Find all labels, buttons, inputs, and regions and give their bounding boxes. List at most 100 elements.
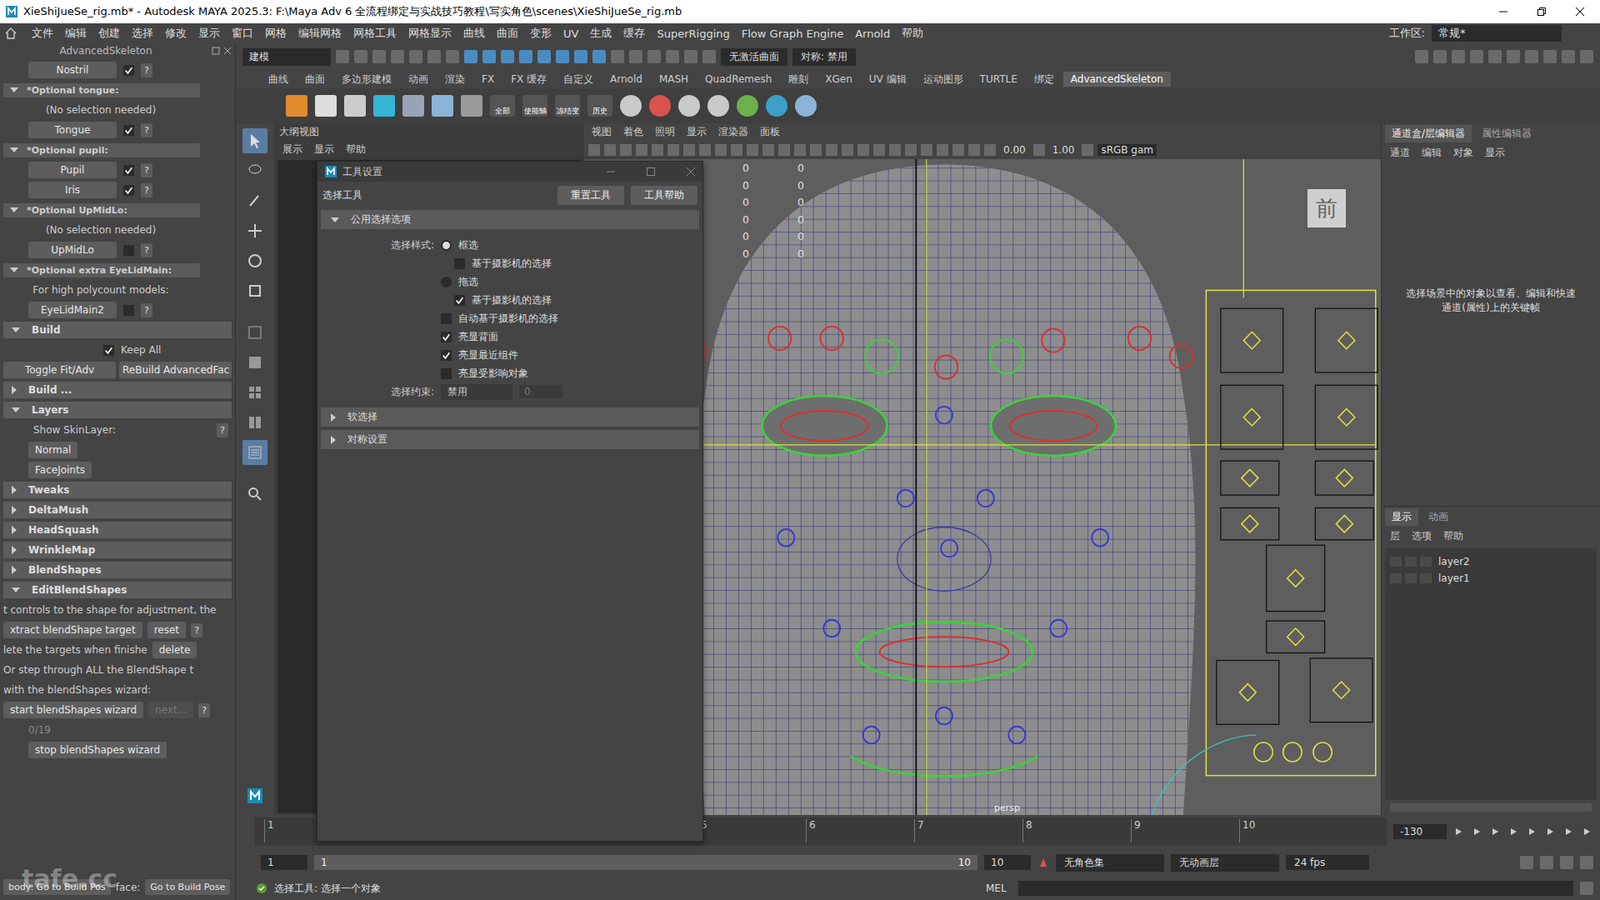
shelf-tab[interactable]: 曲线 xyxy=(260,70,296,89)
range-option-icon[interactable] xyxy=(1560,855,1574,870)
history-icon[interactable] xyxy=(702,50,716,64)
playback-icon[interactable] xyxy=(1526,826,1537,837)
layout-outliner-icon[interactable] xyxy=(242,440,268,465)
subsection-header[interactable]: *Optional pupil: xyxy=(3,140,232,160)
shelf-tab[interactable]: QuadRemesh xyxy=(697,71,780,87)
file-tool-icon[interactable] xyxy=(445,50,460,64)
tool-settings-button[interactable]: 工具帮助 xyxy=(630,185,698,205)
maya-home-icon[interactable] xyxy=(242,783,268,809)
paint-tool-icon[interactable] xyxy=(242,188,268,214)
action-button[interactable]: FaceJoints xyxy=(28,461,92,479)
render-icon[interactable] xyxy=(1580,50,1594,64)
shelf-tool-icon[interactable] xyxy=(285,95,308,117)
option-button[interactable]: UpMidLo xyxy=(28,241,117,259)
tool-settings-titlebar[interactable]: 工具设置 xyxy=(317,161,703,182)
selection-option[interactable]: 基于摄影机的选择 xyxy=(317,290,703,310)
maximize-icon[interactable] xyxy=(645,166,656,177)
last-tool-icon[interactable] xyxy=(242,320,268,345)
shelf-tab[interactable]: MASH xyxy=(651,71,696,87)
radio-button[interactable] xyxy=(440,276,452,288)
menu-item[interactable]: 显示 xyxy=(193,25,225,41)
checkbox[interactable] xyxy=(440,313,452,325)
shelf-tab[interactable]: 动画 xyxy=(400,70,436,89)
color-space-field[interactable]: sRGB gam xyxy=(1097,144,1157,156)
section-header[interactable]: Tweaks xyxy=(3,480,232,500)
option-checkbox[interactable] xyxy=(123,65,135,76)
checkbox[interactable] xyxy=(454,295,465,306)
viewport-tool-icon[interactable] xyxy=(857,144,870,156)
shelf-tool-icon[interactable] xyxy=(431,95,454,117)
shelf-tool-icon[interactable] xyxy=(402,95,425,117)
shelf-tab[interactable]: XGen xyxy=(817,71,860,87)
close-icon[interactable] xyxy=(685,166,696,177)
viewport-menu-item[interactable]: 面板 xyxy=(755,125,785,140)
menu-item[interactable]: Arnold xyxy=(850,27,895,40)
option-button[interactable]: Pupil xyxy=(28,161,117,179)
viewport-tool-icon[interactable] xyxy=(920,144,933,156)
section-header[interactable]: Build ... xyxy=(3,380,232,400)
viewport-menu-item[interactable]: 渲染器 xyxy=(713,125,754,140)
file-tool-icon[interactable] xyxy=(390,50,405,64)
subsection-header[interactable]: *Optional tongue: xyxy=(3,80,232,100)
viewport-tool-icon[interactable] xyxy=(889,144,901,156)
selection-option[interactable]: 基于摄影机的选择 xyxy=(317,254,703,273)
section-header[interactable]: BlendShapes xyxy=(3,560,232,580)
build-button[interactable]: ReBuild AdvancedFac xyxy=(119,361,232,379)
shelf-tab[interactable]: 绑定 xyxy=(1026,70,1062,89)
shelf-tool-icon[interactable] xyxy=(460,95,483,117)
render-icon[interactable] xyxy=(1506,50,1520,64)
menu-item[interactable]: 变形 xyxy=(525,25,557,41)
shelf-tool-icon[interactable]: 冻结变 xyxy=(555,95,580,117)
constraint-dropdown[interactable]: 禁用 xyxy=(440,384,513,400)
close-icon[interactable] xyxy=(223,46,232,55)
shelf-tool-icon[interactable] xyxy=(620,95,642,117)
menu-item[interactable]: 网格 xyxy=(260,25,292,41)
render-icon[interactable] xyxy=(1561,50,1575,64)
extract-button[interactable]: xtract blendShape target xyxy=(3,621,143,639)
channel-menu-item[interactable]: 通道 xyxy=(1385,145,1415,160)
viewport-tool-icon[interactable] xyxy=(699,144,711,156)
checkbox[interactable] xyxy=(454,258,465,270)
help-button[interactable]: ? xyxy=(198,703,210,718)
channel-menu-item[interactable]: 编辑 xyxy=(1416,145,1447,160)
file-tool-icon[interactable] xyxy=(372,50,386,64)
rotate-tool-icon[interactable] xyxy=(242,248,268,274)
shelf-tool-icon[interactable] xyxy=(707,95,730,117)
close-icon[interactable] xyxy=(1575,6,1585,17)
live-surface-field[interactable]: 无激活曲面 xyxy=(720,48,788,66)
menu-item[interactable]: 曲面 xyxy=(491,25,524,41)
layer-row[interactable]: layer2 xyxy=(1385,553,1597,570)
viewport-tool-icon[interactable] xyxy=(683,144,695,156)
auto-key-icon[interactable] xyxy=(1037,856,1050,869)
menu-item[interactable]: SuperRigging xyxy=(651,27,735,40)
section-header[interactable]: WrinkleMap xyxy=(3,540,232,560)
menu-item[interactable]: 文件 xyxy=(26,25,59,41)
snap-icon[interactable] xyxy=(592,50,606,64)
option-button[interactable]: EyeLidMain2 xyxy=(28,301,117,319)
minimize-icon[interactable] xyxy=(605,166,616,177)
range-bar[interactable]: 110 xyxy=(314,855,978,870)
section-header[interactable]: DeltaMush xyxy=(3,500,232,520)
shelf-tab[interactable]: FX xyxy=(474,71,502,87)
snap-icon[interactable] xyxy=(500,50,515,64)
layer-scrollbar[interactable] xyxy=(1390,803,1592,812)
outliner-menu-item[interactable]: 展示 xyxy=(277,142,308,157)
channel-box-tab[interactable]: 通道盒/层编辑器 xyxy=(1385,125,1472,143)
select-tool-icon[interactable] xyxy=(242,128,268,154)
viewport-tool-icon[interactable] xyxy=(873,144,885,156)
anim-layer-dropdown[interactable]: 无动画层 xyxy=(1170,854,1280,872)
viewport-tool-icon[interactable] xyxy=(667,144,680,156)
gamma-icon[interactable] xyxy=(1033,144,1045,156)
layout-two-icon[interactable] xyxy=(242,410,268,435)
help-button[interactable]: ? xyxy=(140,303,153,318)
menu-item[interactable]: 修改 xyxy=(160,25,192,41)
checkbox[interactable] xyxy=(440,331,452,343)
float-icon[interactable] xyxy=(211,46,220,55)
help-button[interactable]: ? xyxy=(140,183,153,198)
option-button[interactable]: Iris xyxy=(28,181,117,199)
shelf-tab[interactable]: 曲面 xyxy=(297,70,333,89)
face-pose-button[interactable]: Go to Build Pose xyxy=(145,879,230,895)
viewport-tool-icon[interactable] xyxy=(794,144,806,156)
outliner-menu-item[interactable]: 帮助 xyxy=(340,142,371,157)
selection-option[interactable]: 亮显背面 xyxy=(317,327,703,346)
